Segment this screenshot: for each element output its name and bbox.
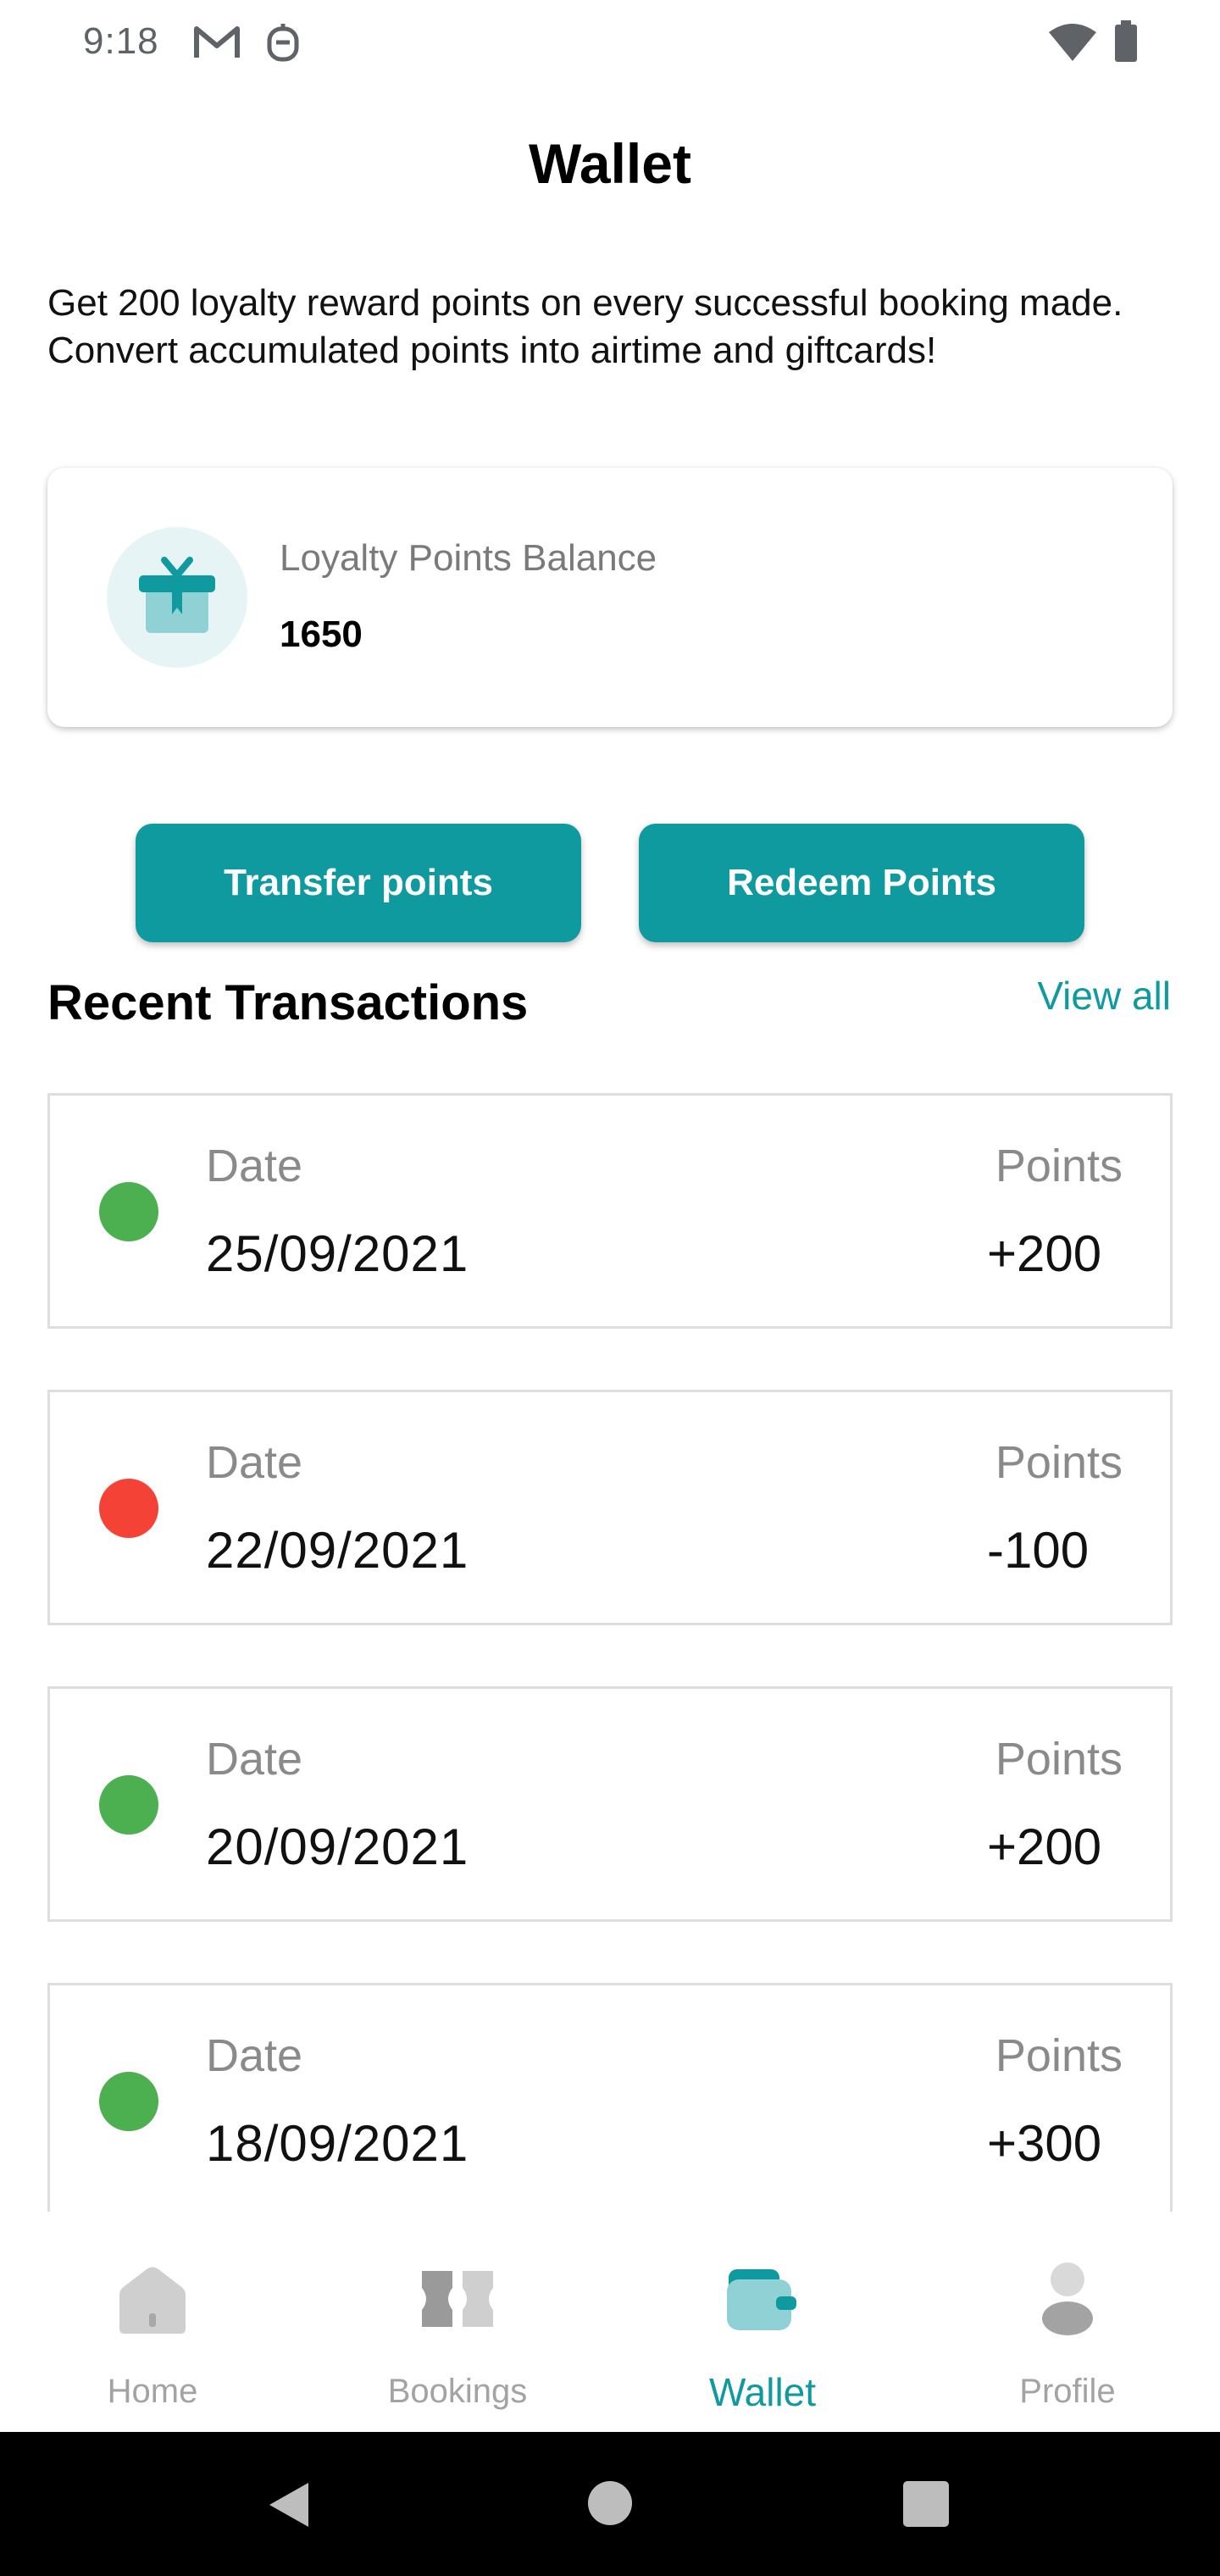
transaction-date: 25/09/2021 xyxy=(206,1225,469,1282)
wallet-icon xyxy=(610,2261,915,2354)
transaction-card[interactable]: Date 25/09/2021 Points +200 xyxy=(47,1093,1173,1329)
gmail-icon xyxy=(193,22,241,67)
home-icon xyxy=(0,2261,305,2354)
transaction-points: +200 xyxy=(987,1225,1102,1282)
transaction-date: 22/09/2021 xyxy=(206,1522,469,1579)
date-label: Date xyxy=(206,2030,303,2081)
status-dot xyxy=(99,2072,158,2131)
view-all-link[interactable]: View all xyxy=(1037,973,1171,1019)
recent-transactions-title: Recent Transactions xyxy=(47,975,529,1030)
nav-item-home[interactable]: Home xyxy=(0,2213,305,2432)
date-label: Date xyxy=(206,1437,303,1488)
home-circle-icon[interactable] xyxy=(586,2479,634,2531)
loyalty-balance-card: Loyalty Points Balance 1650 xyxy=(47,468,1173,727)
nav-label-bookings: Bookings xyxy=(387,2373,528,2410)
gift-icon xyxy=(139,555,215,641)
points-label: Points xyxy=(995,1734,1123,1785)
transaction-card[interactable]: Date 18/09/2021 Points +300 xyxy=(47,1983,1173,2212)
status-dot xyxy=(99,1182,158,1241)
nav-label-home: Home xyxy=(107,2373,198,2410)
points-label: Points xyxy=(995,1141,1123,1191)
status-dot xyxy=(99,1479,158,1538)
points-label: Points xyxy=(995,2030,1123,2081)
nav-item-bookings[interactable]: Bookings xyxy=(305,2213,610,2432)
redeem-points-button[interactable]: Redeem Points xyxy=(639,824,1084,942)
ticket-icon xyxy=(305,2261,610,2354)
loyalty-balance-value: 1650 xyxy=(280,613,363,655)
date-label: Date xyxy=(206,1734,303,1785)
nav-item-profile[interactable]: Profile xyxy=(915,2213,1220,2432)
nav-label-wallet: Wallet xyxy=(708,2370,817,2414)
status-dot xyxy=(99,1775,158,1835)
loyalty-label: Loyalty Points Balance xyxy=(280,537,657,579)
transaction-date: 18/09/2021 xyxy=(206,2115,469,2172)
profile-icon xyxy=(915,2261,1220,2354)
page-title: Wallet xyxy=(529,132,691,195)
battery-icon xyxy=(1113,20,1139,67)
transfer-points-button[interactable]: Transfer points xyxy=(136,824,581,942)
wifi-icon xyxy=(1047,24,1098,65)
points-label: Points xyxy=(995,1437,1123,1488)
transaction-card[interactable]: Date 20/09/2021 Points +200 xyxy=(47,1686,1173,1922)
status-time: 9:18 xyxy=(83,20,159,62)
bottom-navigation: Home Bookings Wallet Profile xyxy=(0,2213,1220,2432)
intro-text: Get 200 loyalty reward points on every s… xyxy=(47,282,1123,371)
system-navigation-bar xyxy=(0,2432,1220,2576)
nav-label-profile: Profile xyxy=(1019,2373,1116,2410)
status-bar: 9:18 xyxy=(0,0,1220,85)
transaction-date: 20/09/2021 xyxy=(206,1818,469,1875)
gift-avatar xyxy=(107,527,247,668)
date-label: Date xyxy=(206,1141,303,1191)
transactions-list[interactable]: Date 25/09/2021 Points +200 Date 22/09/2… xyxy=(47,1093,1174,2212)
back-icon[interactable] xyxy=(264,2479,315,2534)
transaction-points: -100 xyxy=(987,1522,1090,1579)
recents-icon[interactable] xyxy=(903,2481,949,2531)
notification-icon xyxy=(266,22,300,69)
transaction-points: +300 xyxy=(987,2115,1102,2172)
transaction-points: +200 xyxy=(987,1818,1102,1875)
nav-item-wallet[interactable]: Wallet xyxy=(610,2213,915,2432)
transaction-card[interactable]: Date 22/09/2021 Points -100 xyxy=(47,1390,1173,1625)
